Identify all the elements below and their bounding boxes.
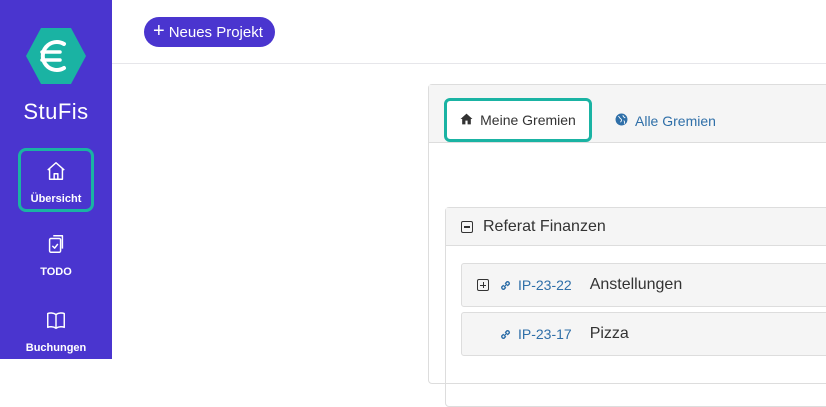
collapse-icon[interactable] <box>461 220 473 233</box>
new-project-label: Neues Projekt <box>168 23 263 41</box>
project-code-link[interactable]: IP-23-22 <box>518 277 572 293</box>
nav-item-todo[interactable]: TODO <box>18 224 94 288</box>
tab-alle-gremien[interactable]: Alle Gremien <box>615 99 716 143</box>
gremium-group: Referat Finanzen IP-23-22 Anstellungen I… <box>445 207 826 407</box>
group-header[interactable]: Referat Finanzen <box>446 208 826 246</box>
clipboard-check-icon <box>45 233 67 260</box>
tab-bar: Meine Gremien Alle Gremien <box>429 85 826 143</box>
globe-icon <box>615 113 628 129</box>
tab-label: Alle Gremien <box>635 113 716 129</box>
new-project-button[interactable]: + Neues Projekt <box>144 17 275 47</box>
project-name: Anstellungen <box>589 276 683 293</box>
tab-meine-gremien[interactable]: Meine Gremien <box>444 98 592 142</box>
book-open-icon <box>45 309 67 336</box>
nav-label: TODO <box>40 266 72 278</box>
gremien-panel: Meine Gremien Alle Gremien Referat Finan… <box>428 84 826 407</box>
app-name: StuFis <box>23 99 89 124</box>
expand-icon[interactable] <box>477 279 489 291</box>
sidebar: StuFis Übersicht TODO Buchungen <box>0 0 112 359</box>
nav-item-buchungen[interactable]: Buchungen <box>18 300 94 364</box>
project-name: Pizza <box>589 325 629 342</box>
tab-label: Meine Gremien <box>480 112 576 128</box>
home-icon <box>460 112 473 128</box>
euro-hexagon-icon[interactable] <box>24 24 88 88</box>
home-icon <box>45 160 67 187</box>
project-code-link[interactable]: IP-23-17 <box>518 326 572 342</box>
nav-label: Übersicht <box>30 193 82 205</box>
nav-label: Buchungen <box>25 342 87 354</box>
link-icon <box>499 328 512 341</box>
link-icon <box>499 279 512 292</box>
group-title: Referat Finanzen <box>483 217 606 235</box>
project-row[interactable]: IP-23-17 Pizza <box>461 312 826 356</box>
project-row[interactable]: IP-23-22 Anstellungen <box>461 263 826 307</box>
topbar: + Neues Projekt <box>112 0 826 64</box>
nav-item-uebersicht[interactable]: Übersicht <box>18 148 94 212</box>
plus-icon: + <box>153 20 165 42</box>
